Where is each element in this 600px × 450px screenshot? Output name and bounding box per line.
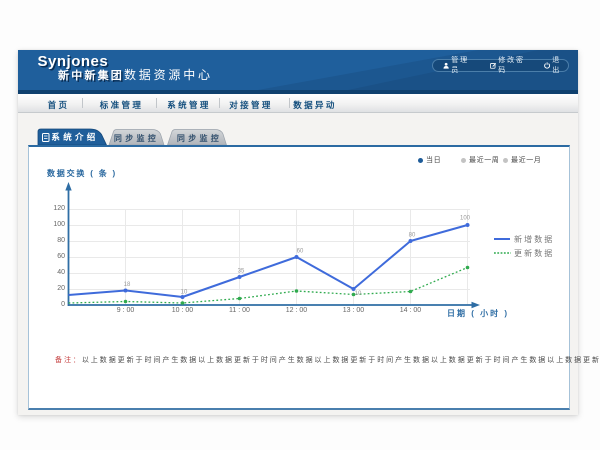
svg-text:9 : 00: 9 : 00 [117,307,135,314]
svg-text:14 : 00: 14 : 00 [400,307,422,314]
svg-text:60: 60 [57,253,65,260]
svg-text:60: 60 [297,249,304,255]
svg-text:更新数据: 更新数据 [514,248,554,258]
svg-text:100: 100 [53,221,65,228]
svg-text:13 : 00: 13 : 00 [343,307,365,314]
svg-text:12 : 00: 12 : 00 [286,307,308,314]
svg-text:18: 18 [124,282,131,288]
svg-text:新增数据: 新增数据 [514,234,554,244]
svg-text:10: 10 [355,291,362,297]
svg-text:35: 35 [238,269,245,275]
svg-text:80: 80 [409,233,416,239]
svg-text:40: 40 [57,269,65,276]
svg-text:10: 10 [181,290,188,296]
svg-text:0: 0 [61,301,65,308]
svg-text:11 : 00: 11 : 00 [229,307,250,314]
svg-text:80: 80 [57,237,65,244]
svg-text:100: 100 [460,216,471,222]
svg-text:日期 ( 小时 ): 日期 ( 小时 ) [447,308,509,318]
svg-text:120: 120 [53,205,65,212]
svg-text:10 : 00: 10 : 00 [172,307,194,314]
svg-text:20: 20 [57,285,65,292]
